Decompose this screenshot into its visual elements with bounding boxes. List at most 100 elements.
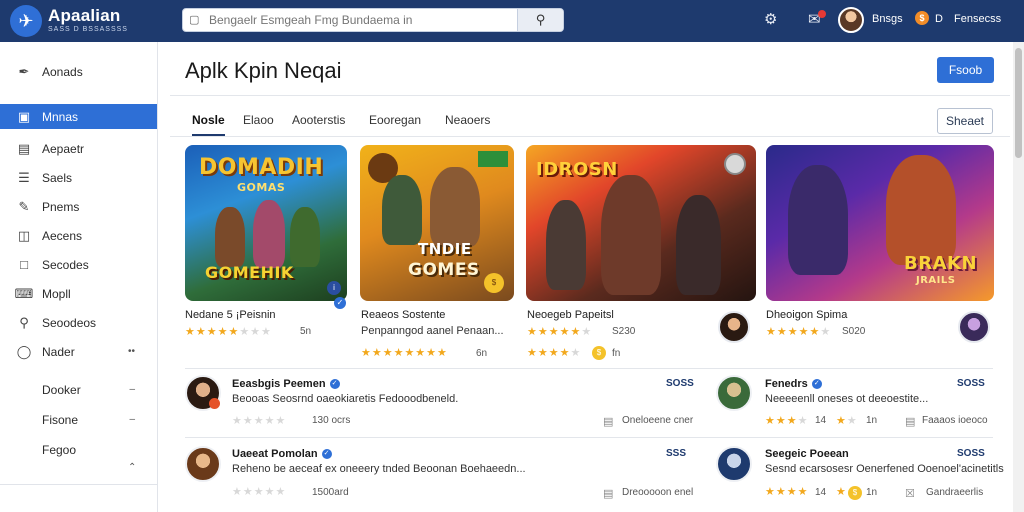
card-art-logo: GOMEHIK xyxy=(205,263,294,282)
sidebar-item-fisone[interactable]: Fisone – xyxy=(0,407,157,432)
review-title[interactable]: Seegeic Poeean xyxy=(765,448,849,460)
rating-stars: ★ xyxy=(836,486,847,498)
review-title[interactable]: Fenedrs ✓ xyxy=(765,378,822,390)
rating-stars: ★★★★ xyxy=(765,486,809,498)
card-title[interactable]: Neoegeb Papeitsl xyxy=(527,309,614,321)
primary-action-button[interactable]: Fsoob xyxy=(937,57,994,83)
publisher-avatar[interactable] xyxy=(958,311,990,343)
search-button[interactable]: ⚲ xyxy=(517,9,563,31)
card-meta: 6n xyxy=(476,348,488,359)
brand-subtitle: SASS D BSSASSSS xyxy=(48,26,128,33)
notification-badge xyxy=(818,10,826,18)
rating-stars: ★★★★★ xyxy=(232,486,287,498)
sidebar-item-label: Fegoo xyxy=(42,442,77,457)
user-avatar[interactable] xyxy=(838,7,864,33)
sidebar-item-mopll[interactable]: ⌨ Mopll xyxy=(0,281,157,306)
sidebar-item-aepaetr[interactable]: ▤ Aepaetr xyxy=(0,136,157,161)
review-title[interactable]: Uaeeat Pomolan ✓ xyxy=(232,448,332,460)
close-box-icon[interactable]: ☒ xyxy=(905,487,915,500)
review-count: 1500ard xyxy=(312,487,349,498)
review-meta: Dreooooon enel xyxy=(622,487,694,498)
review-date: SOSS xyxy=(957,448,985,459)
account-menu[interactable]: Fensecss xyxy=(954,13,1001,25)
ellipsis-icon[interactable]: •• xyxy=(128,346,135,357)
card-title[interactable]: Reaeos Sostente xyxy=(361,309,445,321)
scrollbar-thumb[interactable] xyxy=(1015,48,1022,158)
search-input[interactable] xyxy=(209,13,509,27)
card-meta: S230 xyxy=(612,326,636,337)
tab-neaoers[interactable]: Neaoers xyxy=(445,106,490,136)
chevron-up-icon[interactable]: ⌃ xyxy=(128,462,136,473)
sidebar-item-fegoo[interactable]: Fegoo xyxy=(0,437,157,462)
rating-stars: ★★★★★ xyxy=(232,415,287,427)
card-title[interactable]: Nedane 5 ¡Peisnin xyxy=(185,309,276,321)
game-card-image[interactable]: IDROSN xyxy=(526,145,756,301)
comment-icon[interactable]: ▤ xyxy=(603,487,613,500)
sidebar-divider xyxy=(0,484,157,485)
review-date: SOSS xyxy=(666,378,694,389)
sidebar-item-label: Pnems xyxy=(42,199,80,214)
dash-icon[interactable]: – xyxy=(129,414,135,425)
character-figure xyxy=(886,155,956,265)
sidebar-item-label: Dooker xyxy=(42,382,81,397)
game-card-image[interactable]: BRAKN JRAILS xyxy=(766,145,994,301)
title-divider xyxy=(170,95,1010,96)
review-title[interactable]: Eeasbgis Peemen ✓ xyxy=(232,378,340,390)
sidebar-item-seoodeos[interactable]: ⚲ Seoodeos xyxy=(0,310,157,335)
tab-elaoo[interactable]: Elaoo xyxy=(243,106,274,136)
info-badge-icon: i xyxy=(327,281,341,295)
card-art-title: IDROSN xyxy=(536,159,618,180)
sidebar-item-dooker[interactable]: Dooker – xyxy=(0,377,157,402)
brand[interactable]: Apaalian SASS D BSSASSSS xyxy=(48,7,128,35)
rating-stars: ★★★★ xyxy=(765,415,809,427)
sidebar-item-secodes[interactable]: □ Secodes xyxy=(0,252,157,277)
card-meta: 5n xyxy=(300,326,312,337)
game-card-image[interactable]: TNDIE GOMES $ xyxy=(360,145,514,301)
review-date: SOSS xyxy=(957,378,985,389)
sidebar-item-mnnas[interactable]: ▣ Mnnas xyxy=(0,104,157,129)
rating-stars: ★★★★★★★★ xyxy=(361,347,448,359)
sidebar-item-pnems[interactable]: ✎ Pnems xyxy=(0,194,157,219)
sidebar-item-label: Mopll xyxy=(42,286,71,301)
sidebar-item-label: Mnnas xyxy=(42,109,79,124)
user-avatar[interactable] xyxy=(716,446,752,482)
user-name[interactable]: Bnsgs xyxy=(872,13,903,25)
coin-badge-icon: $ xyxy=(592,346,606,360)
card-art-title: DOMADIH xyxy=(199,155,324,180)
sidebar-item-saels[interactable]: ☰ Saels xyxy=(0,165,157,190)
sidebar: ✒ Aonads ▣ Mnnas ▤ Aepaetr ☰ Saels ✎ Pne… xyxy=(0,42,158,512)
tab-aooterstis[interactable]: Aooterstis xyxy=(292,106,345,136)
card-art-title: TNDIE xyxy=(418,240,472,258)
user-avatar[interactable] xyxy=(185,446,221,482)
search-field-icon: ▢ xyxy=(189,14,200,26)
row-divider xyxy=(185,437,993,438)
game-card-image[interactable]: DOMADIH GOMAS GOMEHIK i xyxy=(185,145,347,301)
comment-icon[interactable]: ▤ xyxy=(603,415,613,428)
publisher-avatar[interactable] xyxy=(718,311,750,343)
sidebar-item-label: Fisone xyxy=(42,412,79,427)
review-meta-short: 1n xyxy=(866,415,878,426)
document-icon: ▤ xyxy=(17,140,31,156)
settings-icon[interactable]: ⚙ xyxy=(764,11,777,29)
character-figure xyxy=(676,195,721,295)
tab-eooregan[interactable]: Eooregan xyxy=(369,106,421,136)
sidebar-item-label: Aecens xyxy=(42,228,83,243)
coin-badge-icon: $ xyxy=(848,486,862,500)
sidebar-item-aecens[interactable]: ◫ Aecens xyxy=(0,223,157,248)
rating-stars: ★★★★★ xyxy=(527,347,582,359)
card-meta: S020 xyxy=(842,326,866,337)
filter-button[interactable]: Sheaet xyxy=(937,108,993,134)
app-logo-icon[interactable]: ✈ xyxy=(10,5,42,37)
character-figure xyxy=(788,165,848,275)
card-title[interactable]: Dheoigon Spima xyxy=(766,309,847,321)
tag-icon: ✒ xyxy=(18,63,30,79)
search-icon: ⚲ xyxy=(535,12,546,27)
card-art-subtitle: JRAILS xyxy=(916,275,956,286)
sidebar-item-aonads[interactable]: ✒ Aonads xyxy=(0,59,157,84)
sidebar-item-nader[interactable]: ◯ Nader •• xyxy=(0,339,157,364)
comment-icon[interactable]: ▤ xyxy=(905,415,915,428)
rating-stars: ★★★★★★ xyxy=(766,326,832,338)
tab-nosle[interactable]: Nosle xyxy=(192,106,225,136)
user-avatar[interactable] xyxy=(716,375,752,411)
dash-icon[interactable]: – xyxy=(129,384,135,395)
